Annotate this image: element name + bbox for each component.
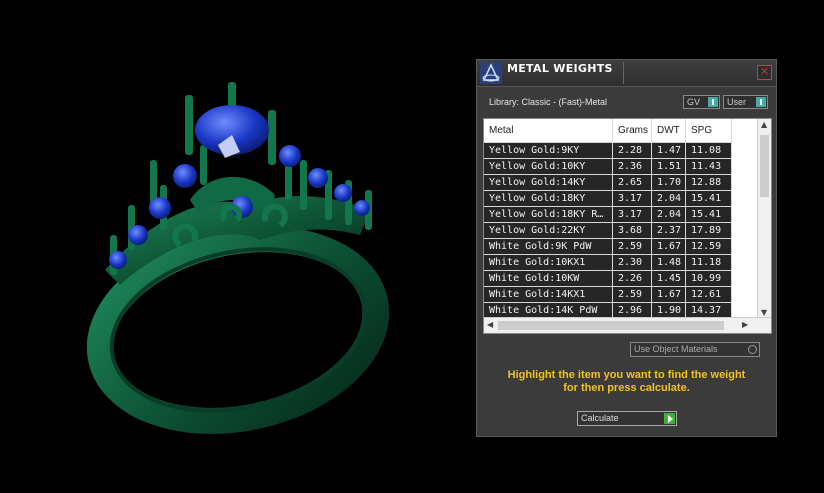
play-icon bbox=[664, 413, 675, 424]
cell-spg: 12.59 bbox=[685, 238, 732, 255]
cell-metal: Yellow Gold:22KY bbox=[484, 222, 613, 239]
panel-titlebar[interactable]: METAL WEIGHTS ✕ bbox=[477, 60, 776, 87]
scroll-up-icon[interactable]: ▲ bbox=[761, 120, 767, 129]
metal-weights-panel: METAL WEIGHTS ✕ Library: Classic - (Fast… bbox=[476, 59, 777, 437]
vertical-scrollbar[interactable]: ▲ ▼ bbox=[757, 119, 771, 318]
cell-spg: 17.89 bbox=[685, 222, 732, 239]
column-header-dwt[interactable]: DWT bbox=[651, 119, 686, 143]
cell-spg: 15.41 bbox=[685, 190, 732, 207]
cell-grams: 3.68 bbox=[612, 222, 652, 239]
cell-dwt: 1.67 bbox=[651, 238, 686, 255]
instruction-text: Highlight the item you want to find the … bbox=[477, 369, 776, 395]
cell-grams: 2.30 bbox=[612, 254, 652, 271]
cell-grams: 2.28 bbox=[612, 142, 652, 159]
cell-spg: 15.41 bbox=[685, 206, 732, 223]
column-header-spg[interactable]: SPG bbox=[685, 119, 732, 143]
table-row[interactable]: White Gold:14KX1 2.59 1.67 12.61 bbox=[484, 286, 732, 303]
cell-grams: 2.26 bbox=[612, 270, 652, 287]
column-header-grams[interactable]: Grams bbox=[612, 119, 652, 143]
cell-spg: 11.08 bbox=[685, 142, 732, 159]
scroll-down-icon[interactable]: ▼ bbox=[761, 308, 767, 317]
cell-spg: 11.18 bbox=[685, 254, 732, 271]
column-header-metal[interactable]: Metal bbox=[484, 119, 613, 143]
table-row[interactable]: Yellow Gold:18KY 3.17 2.04 15.41 bbox=[484, 190, 732, 207]
instruction-line-1: Highlight the item you want to find the … bbox=[507, 369, 746, 381]
ring-render bbox=[86, 82, 390, 434]
table-row[interactable]: Yellow Gold:10KY 2.36 1.51 11.43 bbox=[484, 158, 732, 175]
instruction-line-2: for then press calculate. bbox=[563, 382, 690, 394]
cell-metal: Yellow Gold:9KY bbox=[484, 142, 613, 159]
calculate-button[interactable]: Calculate bbox=[577, 411, 677, 426]
gv-toggle-switch[interactable] bbox=[708, 97, 718, 107]
cell-metal: White Gold:9K PdW bbox=[484, 238, 613, 255]
cell-grams: 2.59 bbox=[612, 286, 652, 303]
cell-dwt: 2.04 bbox=[651, 206, 686, 223]
title-divider bbox=[623, 62, 624, 84]
table-row[interactable]: White Gold:10KX1 2.30 1.48 11.18 bbox=[484, 254, 732, 271]
vertical-scroll-thumb[interactable] bbox=[760, 135, 769, 197]
cell-grams: 2.36 bbox=[612, 158, 652, 175]
cell-grams: 2.65 bbox=[612, 174, 652, 191]
cell-metal: White Gold:10KX1 bbox=[484, 254, 613, 271]
user-toggle[interactable]: User bbox=[723, 95, 768, 109]
use-object-materials-radio[interactable] bbox=[748, 345, 757, 354]
use-object-materials-option[interactable]: Use Object Materials bbox=[630, 342, 760, 357]
gv-toggle[interactable]: GV bbox=[683, 95, 720, 109]
calculate-label: Calculate bbox=[581, 413, 619, 423]
use-object-materials-label: Use Object Materials bbox=[634, 344, 718, 354]
cell-metal: Yellow Gold:14KY bbox=[484, 174, 613, 191]
cell-grams: 3.17 bbox=[612, 206, 652, 223]
cell-dwt: 1.51 bbox=[651, 158, 686, 175]
user-toggle-switch[interactable] bbox=[756, 97, 766, 107]
close-button[interactable]: ✕ bbox=[757, 65, 772, 80]
scale-icon bbox=[480, 62, 502, 84]
cell-metal: White Gold:14KX1 bbox=[484, 286, 613, 303]
horizontal-scrollbar[interactable]: ◀ ▶ bbox=[484, 317, 771, 333]
metal-table[interactable]: Metal Grams DWT SPG Yellow Gold:9KY 2.28 1… bbox=[483, 118, 772, 334]
cell-dwt: 1.48 bbox=[651, 254, 686, 271]
scroll-right-icon[interactable]: ▶ bbox=[742, 320, 748, 329]
cell-dwt: 1.47 bbox=[651, 142, 686, 159]
cell-metal: Yellow Gold:18KY bbox=[484, 190, 613, 207]
cell-grams: 2.59 bbox=[612, 238, 652, 255]
table-row[interactable]: Yellow Gold:22KY 3.68 2.37 17.89 bbox=[484, 222, 732, 239]
3d-viewport[interactable] bbox=[0, 0, 476, 489]
table-row[interactable]: Yellow Gold:18KY R… 3.17 2.04 15.41 bbox=[484, 206, 732, 223]
cell-metal: Yellow Gold:18KY R… bbox=[484, 206, 613, 223]
library-label: Library: Classic - (Fast)-Metal bbox=[489, 97, 608, 107]
cell-spg: 10.99 bbox=[685, 270, 732, 287]
table-row[interactable]: Yellow Gold:14KY 2.65 1.70 12.88 bbox=[484, 174, 732, 191]
table-row[interactable]: White Gold:10KW 2.26 1.45 10.99 bbox=[484, 270, 732, 287]
cell-spg: 12.88 bbox=[685, 174, 732, 191]
gv-toggle-label: GV bbox=[687, 97, 701, 107]
cell-dwt: 2.37 bbox=[651, 222, 686, 239]
table-header: Metal Grams DWT SPG bbox=[484, 119, 732, 143]
cell-dwt: 1.45 bbox=[651, 270, 686, 287]
cell-dwt: 1.70 bbox=[651, 174, 686, 191]
table-row[interactable]: Yellow Gold:9KY 2.28 1.47 11.08 bbox=[484, 142, 732, 159]
cell-spg: 12.61 bbox=[685, 286, 732, 303]
panel-title: METAL WEIGHTS bbox=[507, 62, 613, 75]
cell-spg: 11.43 bbox=[685, 158, 732, 175]
cell-dwt: 1.67 bbox=[651, 286, 686, 303]
cell-dwt: 2.04 bbox=[651, 190, 686, 207]
cell-metal: Yellow Gold:10KY bbox=[484, 158, 613, 175]
cell-metal: White Gold:10KW bbox=[484, 270, 613, 287]
horizontal-scroll-thumb[interactable] bbox=[498, 321, 724, 330]
table-row[interactable]: White Gold:9K PdW 2.59 1.67 12.59 bbox=[484, 238, 732, 255]
user-toggle-label: User bbox=[727, 97, 747, 107]
scroll-left-icon[interactable]: ◀ bbox=[487, 320, 493, 329]
cell-grams: 3.17 bbox=[612, 190, 652, 207]
